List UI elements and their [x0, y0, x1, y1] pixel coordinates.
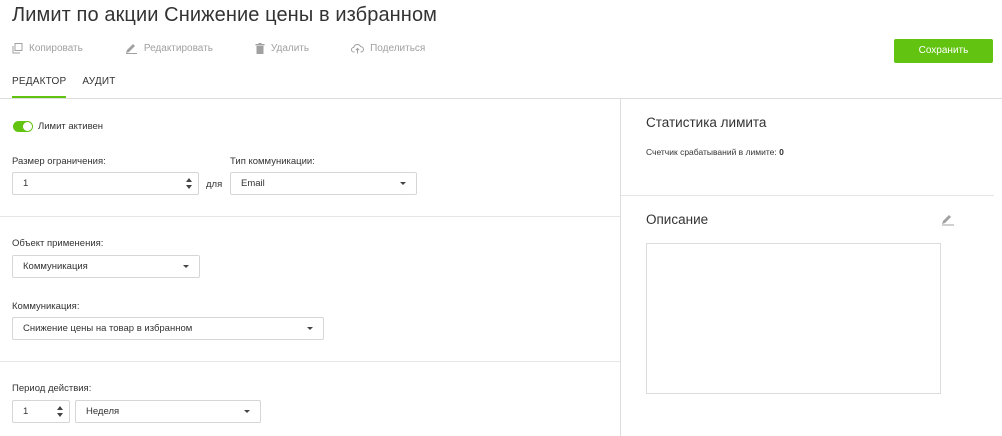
- edit-label: Редактировать: [143, 42, 213, 54]
- period-value: 1: [23, 406, 29, 417]
- stats-counter-value: 0: [779, 147, 784, 157]
- page-title: Лимит по акции Снижение цены в избранном: [12, 4, 438, 26]
- stats-counter-label: Счетчик срабатываний в лимите:: [646, 147, 777, 157]
- limit-active-label: Лимит активен: [38, 121, 104, 132]
- object-label: Объект применения:: [12, 238, 104, 249]
- limit-size-label: Размер ограничения:: [12, 156, 106, 167]
- delete-label: Удалить: [270, 42, 310, 54]
- limit-size-stepper[interactable]: 1: [12, 172, 199, 195]
- share-label: Поделиться: [370, 42, 426, 54]
- stats-title: Статистика лимита: [646, 115, 767, 130]
- spinner-arrows-icon[interactable]: [54, 406, 66, 417]
- section-divider: [621, 195, 994, 196]
- comm-type-value: Email: [241, 178, 265, 189]
- copy-icon: [12, 42, 23, 53]
- period-unit-select[interactable]: Неделя: [75, 400, 261, 423]
- section-divider: [0, 216, 620, 217]
- tab-bar: РЕДАКТОР АУДИТ: [12, 76, 132, 98]
- trash-icon: [255, 42, 265, 54]
- pencil-icon: [125, 43, 137, 54]
- comm-type-label: Тип коммуникации:: [230, 156, 315, 167]
- tab-divider: [0, 98, 1002, 99]
- communication-label: Коммуникация:: [12, 301, 80, 312]
- object-value: Коммуникация: [23, 261, 88, 272]
- period-stepper[interactable]: 1: [12, 400, 70, 423]
- stats-counter: Счетчик срабатываний в лимите: 0: [646, 147, 784, 157]
- description-textarea[interactable]: [646, 243, 941, 394]
- toggle-knob: [23, 122, 32, 131]
- tab-audit[interactable]: АУДИТ: [82, 76, 115, 98]
- period-label: Период действия:: [12, 383, 92, 394]
- save-button[interactable]: Сохранить: [894, 39, 993, 63]
- chevron-down-icon: [244, 410, 250, 413]
- edit-button[interactable]: Редактировать: [125, 43, 213, 54]
- limit-active-toggle[interactable]: [13, 121, 33, 132]
- delete-button[interactable]: Удалить: [255, 42, 310, 54]
- tab-editor[interactable]: РЕДАКТОР: [12, 76, 67, 98]
- limit-size-value: 1: [23, 178, 29, 189]
- chevron-down-icon: [183, 265, 189, 268]
- object-select[interactable]: Коммуникация: [12, 255, 200, 278]
- edit-description-icon[interactable]: [941, 213, 955, 231]
- toolbar: Копировать Редактировать Удалить Поделит…: [12, 40, 467, 56]
- spinner-arrows-icon[interactable]: [183, 178, 195, 189]
- for-label: для: [206, 179, 223, 190]
- chevron-down-icon: [307, 327, 313, 330]
- comm-type-select[interactable]: Email: [230, 172, 417, 195]
- section-divider: [0, 361, 620, 362]
- copy-label: Копировать: [29, 42, 83, 54]
- column-divider: [620, 99, 621, 436]
- period-unit-value: Неделя: [86, 406, 120, 417]
- cloud-upload-icon: [351, 43, 365, 53]
- chevron-down-icon: [400, 182, 406, 185]
- communication-value: Снижение цены на товар в избранном: [23, 323, 193, 334]
- description-title: Описание: [646, 212, 709, 227]
- share-button[interactable]: Поделиться: [351, 43, 425, 54]
- communication-select[interactable]: Снижение цены на товар в избранном: [12, 317, 324, 340]
- copy-button[interactable]: Копировать: [12, 42, 83, 54]
